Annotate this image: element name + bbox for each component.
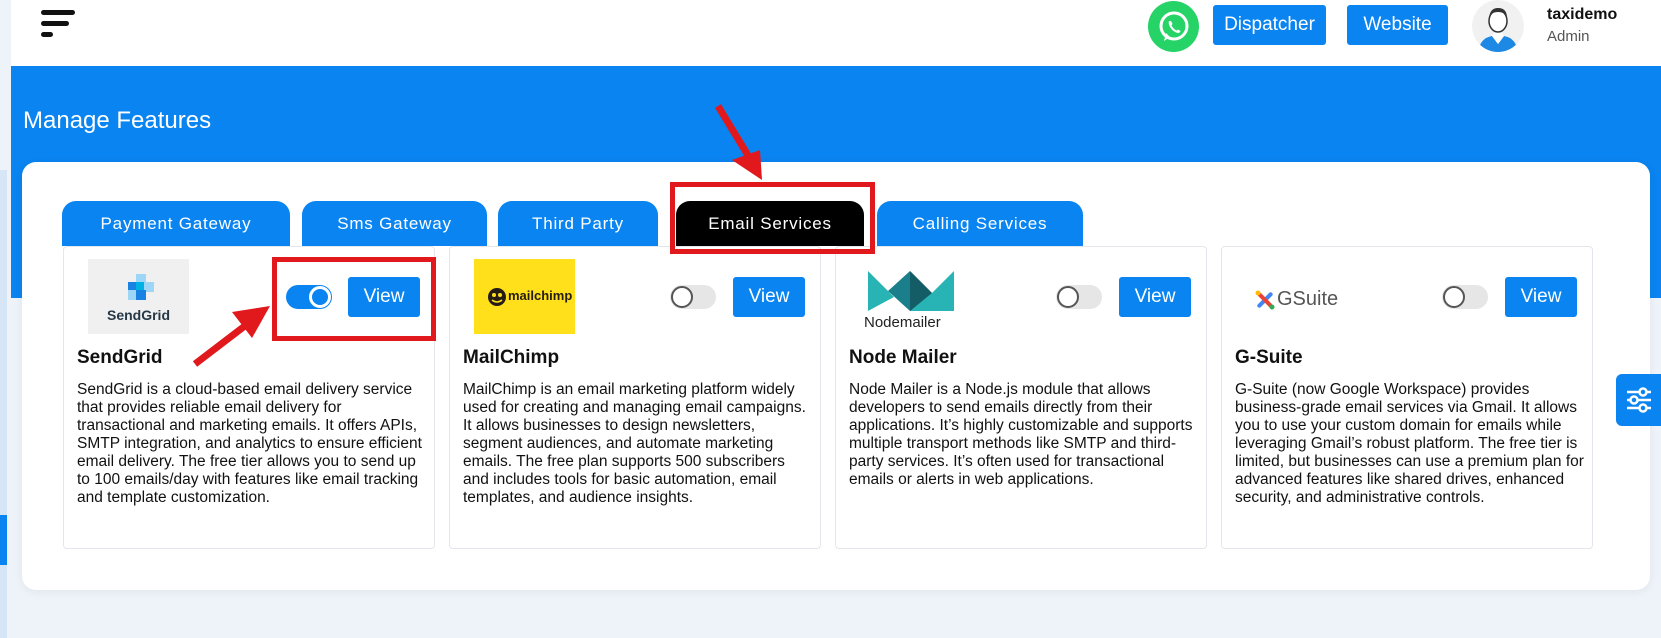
gsuite-logo-text: GSuite xyxy=(1277,288,1339,310)
user-avatar[interactable] xyxy=(1472,0,1524,52)
whatsapp-icon[interactable] xyxy=(1148,1,1199,52)
mailchimp-logo-text: mailchimp xyxy=(508,288,573,303)
dispatcher-button[interactable]: Dispatcher xyxy=(1213,5,1326,45)
feature-description: SendGrid is a cloud-based email delivery… xyxy=(77,381,422,506)
gsuite-view-button[interactable]: View xyxy=(1505,277,1577,317)
gsuite-toggle[interactable] xyxy=(1442,285,1488,309)
sidebar-edge xyxy=(0,170,7,638)
sendgrid-logo-text: SendGrid xyxy=(106,307,170,323)
sidebar-edge-active xyxy=(0,515,7,565)
tab-sms-gateway[interactable]: Sms Gateway xyxy=(302,201,487,246)
feature-description: Node Mailer is a Node.js module that all… xyxy=(849,381,1193,488)
mailchimp-toggle[interactable] xyxy=(670,285,716,309)
hamburger-menu-icon[interactable] xyxy=(41,10,81,42)
page-title: Manage Features xyxy=(23,107,212,134)
mailchimp-logo: mailchimp xyxy=(474,259,575,334)
tab-calling-services[interactable]: Calling Services xyxy=(877,201,1083,246)
gsuite-logo: GSuite xyxy=(1246,259,1347,334)
feature-card-gsuite: GSuite View G-Suite G-Suite (now Google … xyxy=(1221,246,1593,549)
feature-description: G-Suite (now Google Workspace) provides … xyxy=(1235,381,1584,506)
mailchimp-view-button[interactable]: View xyxy=(733,277,805,317)
feature-description: MailChimp is an email marketing platform… xyxy=(463,381,806,506)
nodemailer-toggle[interactable] xyxy=(1056,285,1102,309)
website-button[interactable]: Website xyxy=(1347,5,1448,45)
settings-sliders-icon[interactable] xyxy=(1616,374,1661,426)
annotation-box-sendgrid-toggle xyxy=(272,257,436,341)
sendgrid-logo: SendGrid xyxy=(88,259,189,334)
feature-card-nodemailer: Nodemailer View Node Mailer Node Mailer … xyxy=(835,246,1207,549)
user-role: Admin xyxy=(1547,28,1590,45)
nodemailer-logo: Nodemailer xyxy=(860,259,961,334)
feature-name: MailChimp xyxy=(463,347,560,368)
feature-name: Node Mailer xyxy=(849,347,957,368)
feature-name: SendGrid xyxy=(77,347,163,368)
tab-payment-gateway[interactable]: Payment Gateway xyxy=(62,201,290,246)
user-name: taxidemo xyxy=(1547,6,1618,23)
nodemailer-logo-text: Nodemailer xyxy=(864,314,941,331)
annotation-box-email-tab xyxy=(670,182,875,254)
feature-name: G-Suite xyxy=(1235,347,1303,368)
nodemailer-view-button[interactable]: View xyxy=(1119,277,1191,317)
tab-third-party[interactable]: Third Party xyxy=(498,201,658,246)
feature-card-mailchimp: mailchimp View MailChimp MailChimp is an… xyxy=(449,246,821,549)
